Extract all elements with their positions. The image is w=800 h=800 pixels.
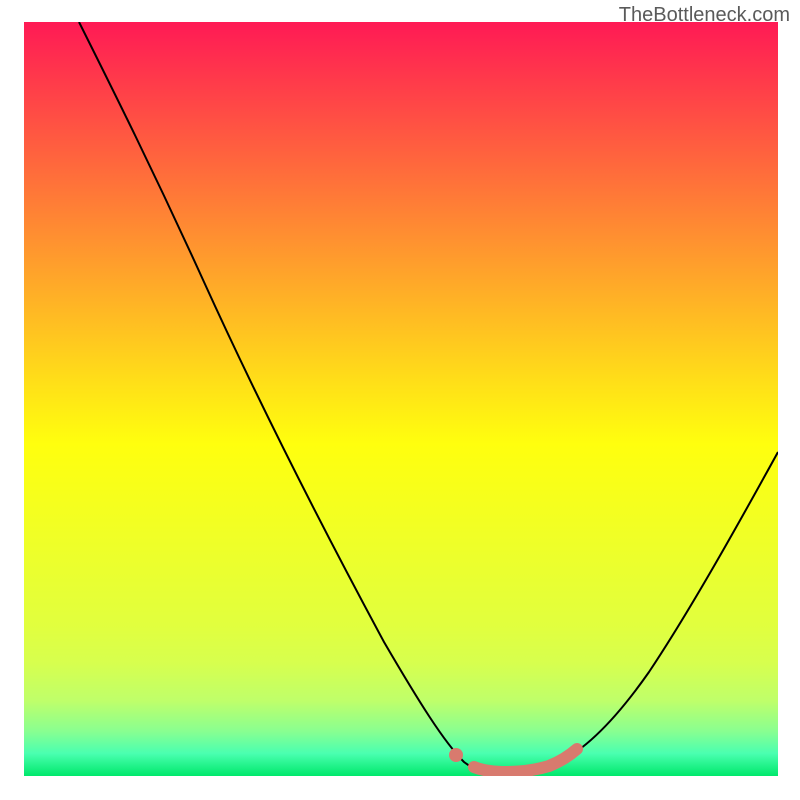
optimal-marker-start-dot <box>449 748 463 762</box>
optimal-zone-marker <box>474 749 577 772</box>
bottleneck-curve-line <box>79 22 778 772</box>
chart-svg <box>24 22 778 776</box>
chart-plot-area <box>24 22 778 776</box>
watermark-text: TheBottleneck.com <box>619 4 790 27</box>
